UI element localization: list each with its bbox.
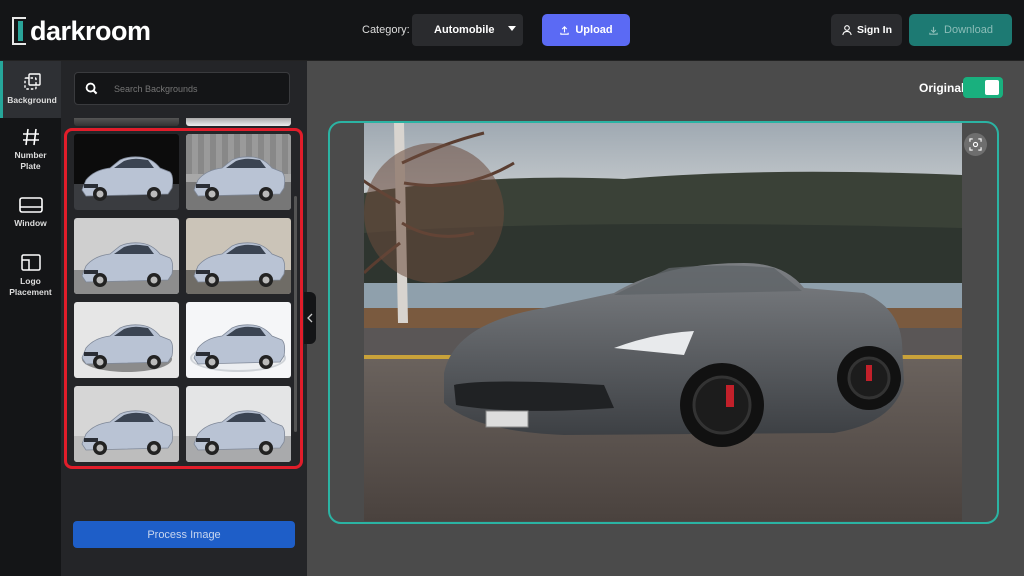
sidebar-item-label: Number Plate [14,150,47,171]
focus-icon [969,138,982,151]
background-thumb-black[interactable] [74,134,179,210]
background-thumb-wood-wall[interactable] [186,134,291,210]
background-thumb-partial [74,118,179,126]
background-thumb-beige-studio[interactable] [186,218,291,294]
download-icon [929,26,938,35]
background-thumb-turntable-grey[interactable] [74,302,179,378]
logo-text: darkroom [30,15,151,46]
top-bar: darkroom Category: Automobile Upload Sig… [0,0,1024,61]
background-thumb-white-ring[interactable] [186,302,291,378]
category-value: Automobile [434,24,495,36]
upload-icon [560,25,570,35]
sidebar-item-label: Window [14,218,47,228]
background-icon [24,73,41,90]
process-image-button[interactable]: Process Image [73,521,295,548]
sidebar-item-number-plate[interactable]: Number Plate [0,127,61,179]
background-thumb-white-studio[interactable] [74,218,179,294]
background-thumb-soft-white[interactable] [186,386,291,462]
caret-down-icon [508,26,516,31]
hash-icon [22,128,39,146]
car-photo [364,123,962,521]
logo-placement-icon [20,254,41,271]
focus-frame-button[interactable] [964,133,987,156]
background-thumb-partial [186,118,291,126]
category-label: Category: [362,24,410,36]
sign-in-label: Sign In [857,24,892,36]
search-box[interactable] [74,72,290,105]
sidebar-item-logo-placement[interactable]: Logo Placement [0,253,61,305]
sign-in-button[interactable]: Sign In [831,14,902,46]
search-icon [85,82,98,95]
download-button[interactable]: Download [909,14,1012,46]
panel-scrollbar[interactable] [294,196,297,432]
toggle-knob [985,80,999,95]
background-thumb-light-grey[interactable] [74,386,179,462]
upload-button[interactable]: Upload [542,14,630,46]
chevron-left-icon [307,313,313,323]
original-toggle[interactable] [963,77,1003,98]
sidebar-item-label: Background [7,95,57,105]
user-icon [842,25,852,36]
upload-label: Upload [575,24,613,36]
sidebar-item-background[interactable]: Background [0,61,61,118]
tool-sidebar: Background Number Plate Window Logo Plac… [0,61,61,576]
search-input[interactable] [114,83,274,94]
sidebar-item-label: Logo Placement [9,276,52,297]
app-logo[interactable]: darkroom [12,16,151,46]
collapse-panel-button[interactable] [304,292,316,344]
sidebar-item-window[interactable]: Window [0,195,61,235]
category-select[interactable]: Automobile [412,14,523,46]
download-label: Download [944,24,993,36]
process-image-label: Process Image [147,528,221,541]
logo-mark-icon [12,17,26,45]
window-icon [18,197,43,213]
original-toggle-label: Original [919,81,965,95]
